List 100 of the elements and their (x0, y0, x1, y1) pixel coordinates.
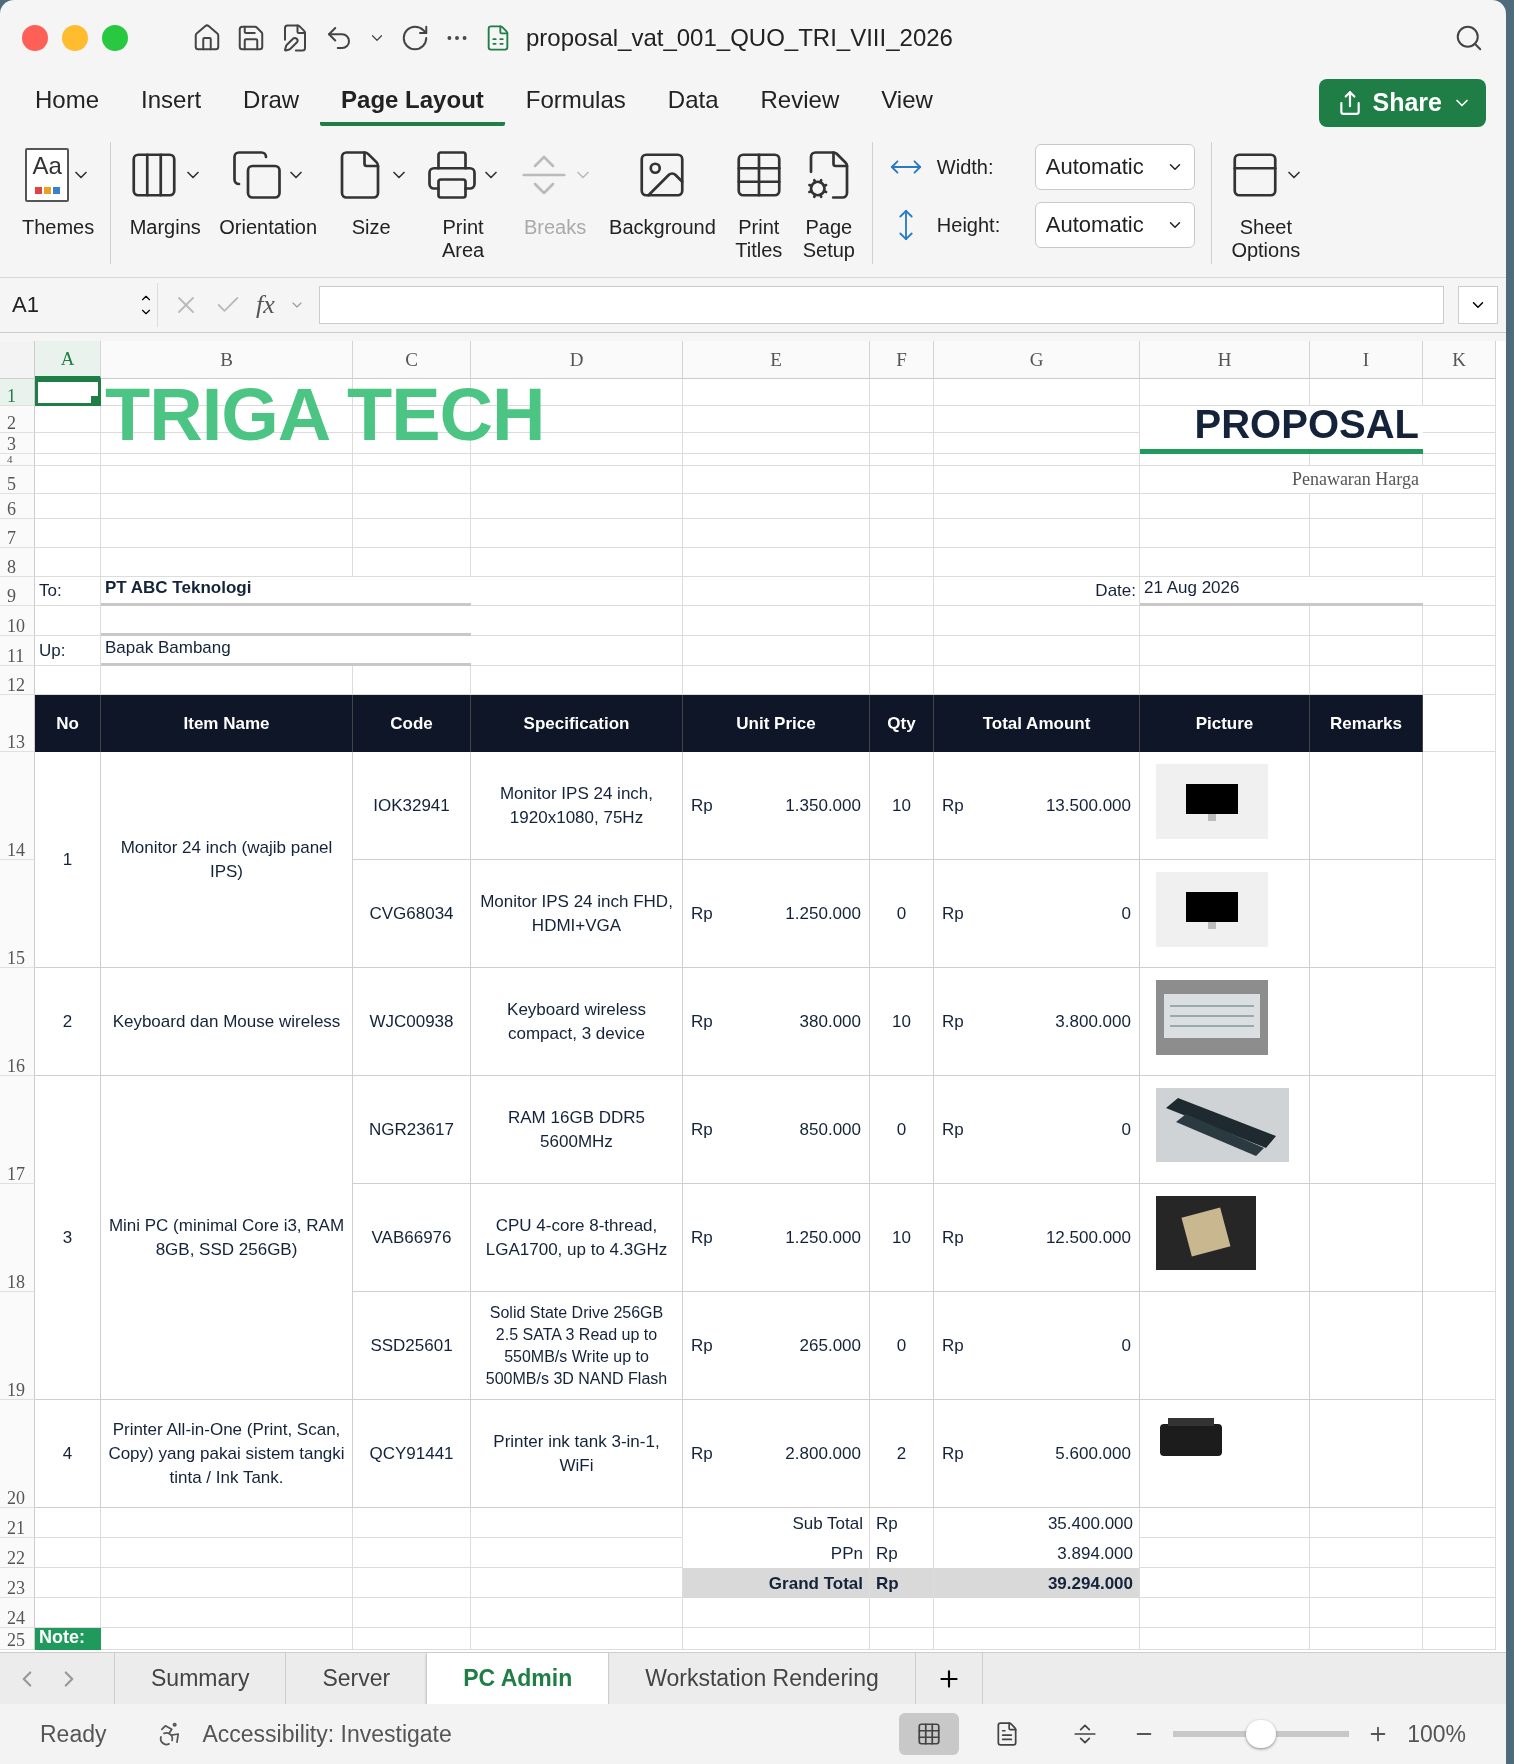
table-cell: CPU 4-core 8-thread, LGA1700, up to 4.3GHz (471, 1184, 683, 1292)
scale-dropdown[interactable]: Automatic (1034, 144, 1195, 190)
column-header[interactable]: K (1423, 341, 1496, 379)
currency-text: Rp (942, 903, 964, 924)
ribbon-button[interactable]: Size (327, 142, 416, 239)
ribbon-button[interactable]: Orientation (213, 142, 324, 239)
grid-icon (916, 1721, 943, 1747)
menu-tab[interactable]: Draw (222, 79, 321, 126)
ribbon-button[interactable]: Sheet Options (1221, 142, 1310, 262)
column-header[interactable]: C (353, 341, 471, 379)
menu-tab[interactable]: Data (646, 79, 740, 126)
row-header[interactable]: 9 (0, 577, 35, 606)
close-button[interactable] (22, 24, 48, 51)
menu-tab[interactable]: Formulas (504, 79, 647, 126)
currency-text: Rp (870, 1568, 934, 1598)
ribbon-button[interactable]: Print Titles (725, 142, 792, 262)
share-button[interactable]: Share (1318, 78, 1486, 127)
ribbon-button[interactable]: Margins (121, 142, 210, 239)
table-cell: VAB66976 (353, 1184, 471, 1292)
row-header[interactable]: 15 (0, 860, 35, 968)
row-header[interactable]: 1 (0, 379, 35, 406)
amount-text: 12.500.000 (1045, 1227, 1131, 1248)
view-button[interactable] (899, 1713, 960, 1755)
amount-text: 0 (1121, 1335, 1131, 1356)
home-icon[interactable] (192, 22, 222, 53)
table-cell: 3 (35, 1076, 101, 1400)
table-cell: 0 (870, 1292, 934, 1400)
column-header[interactable]: F (870, 341, 934, 379)
field-label: Date: (1094, 580, 1137, 602)
scale-dropdown[interactable]: Automatic (1034, 202, 1195, 248)
ribbon-button[interactable]: Print Area (419, 142, 508, 262)
row-header[interactable]: 4 (0, 454, 35, 466)
table-cell: IOK32941 (353, 752, 471, 860)
row-header[interactable]: 20 (0, 1400, 35, 1508)
column-header[interactable]: A (35, 341, 101, 379)
row-header[interactable]: 24 (0, 1598, 35, 1628)
row-header[interactable]: 5 (0, 466, 35, 494)
menu-tab[interactable]: Page Layout (320, 79, 505, 126)
amount-text: 0 (1121, 1119, 1131, 1140)
column-header[interactable]: B (101, 341, 353, 379)
column-header[interactable]: G (934, 341, 1140, 379)
table-cell: Printer All-in-One (Print, Scan, Copy) yang pakai sistem tangki tinta / Ink Tank. (101, 1400, 353, 1508)
table-cell: 10 (870, 752, 934, 860)
row-header[interactable]: 7 (0, 519, 35, 548)
row-header[interactable]: 3 (0, 433, 35, 454)
table-cell: 10 (870, 968, 934, 1076)
table-cell: 2 (870, 1400, 934, 1508)
formula-input[interactable] (318, 286, 1444, 324)
amount-text: 13.500.000 (1045, 795, 1131, 816)
table-header-cell: Code (353, 695, 471, 752)
menu-tab[interactable]: Home (14, 79, 121, 126)
row-header[interactable]: 18 (0, 1184, 35, 1292)
row-header[interactable]: 23 (0, 1568, 35, 1598)
amount-text: 1.250.000 (785, 1227, 861, 1248)
row-header[interactable]: 13 (0, 695, 35, 752)
row-header[interactable]: 8 (0, 548, 35, 577)
column-header[interactable]: I (1310, 341, 1423, 379)
ribbon-button[interactable]: Background (603, 142, 722, 239)
row-header[interactable]: 14 (0, 752, 35, 860)
menu-tab[interactable]: Review (739, 79, 861, 126)
menu-tab[interactable]: View (860, 79, 954, 126)
row-header[interactable]: 19 (0, 1292, 35, 1400)
table-cell: SSD25601 (353, 1292, 471, 1400)
currency-text: Rp (942, 1335, 964, 1356)
row-header[interactable]: 2 (0, 406, 35, 433)
name-box[interactable]: A1 (8, 283, 158, 327)
accessibility-status[interactable]: Accessibility: Investigate (202, 1720, 452, 1748)
row-header[interactable]: 25 (0, 1628, 35, 1650)
zoom-slider-thumb[interactable] (1246, 1720, 1277, 1748)
amount-text: 265.000 (799, 1335, 861, 1356)
currency-text: Rp (691, 1227, 713, 1248)
ribbon-button[interactable]: Page Setup (795, 142, 862, 262)
function-label[interactable]: fx (256, 290, 275, 320)
row-header[interactable]: 11 (0, 636, 35, 666)
column-header[interactable]: E (683, 341, 870, 379)
table-cell: Keyboard wireless compact, 3 device (471, 968, 683, 1076)
row-header[interactable]: 16 (0, 968, 35, 1076)
menu-tab[interactable]: Insert (120, 79, 223, 126)
ribbon-button[interactable]: Aa Themes (16, 142, 101, 239)
row-header[interactable]: 22 (0, 1538, 35, 1568)
column-header[interactable]: D (471, 341, 683, 379)
cell-selection (35, 379, 101, 406)
themes-icon: Aa (25, 148, 70, 202)
row-header[interactable]: 12 (0, 666, 35, 695)
row-header[interactable]: 17 (0, 1076, 35, 1184)
sheet-tab[interactable]: PC Admin (426, 1653, 609, 1704)
document-title: PROPOSAL (1140, 406, 1423, 454)
amount-text: 5.600.000 (1055, 1443, 1131, 1464)
row-header[interactable]: 6 (0, 494, 35, 519)
table-cell: WJC00938 (353, 968, 471, 1076)
window-title: proposal_vat_001_QUO_TRI_VIII_2026 (526, 23, 953, 52)
currency-text: Rp (691, 1443, 713, 1464)
column-header[interactable]: H (1140, 341, 1310, 379)
currency-text: Rp (942, 795, 964, 816)
row-header[interactable]: 21 (0, 1508, 35, 1538)
amount-text: 1.250.000 (785, 903, 861, 924)
row-header[interactable]: 10 (0, 606, 35, 636)
table-cell: Monitor 24 inch (wajib panel IPS) (101, 752, 353, 968)
table-cell: Solid State Drive 256GB 2.5 SATA 3 Read up to 550MB/s Write up to 500MB/s 3D NAND Flash (471, 1292, 683, 1400)
note-label: Note: (35, 1628, 101, 1650)
